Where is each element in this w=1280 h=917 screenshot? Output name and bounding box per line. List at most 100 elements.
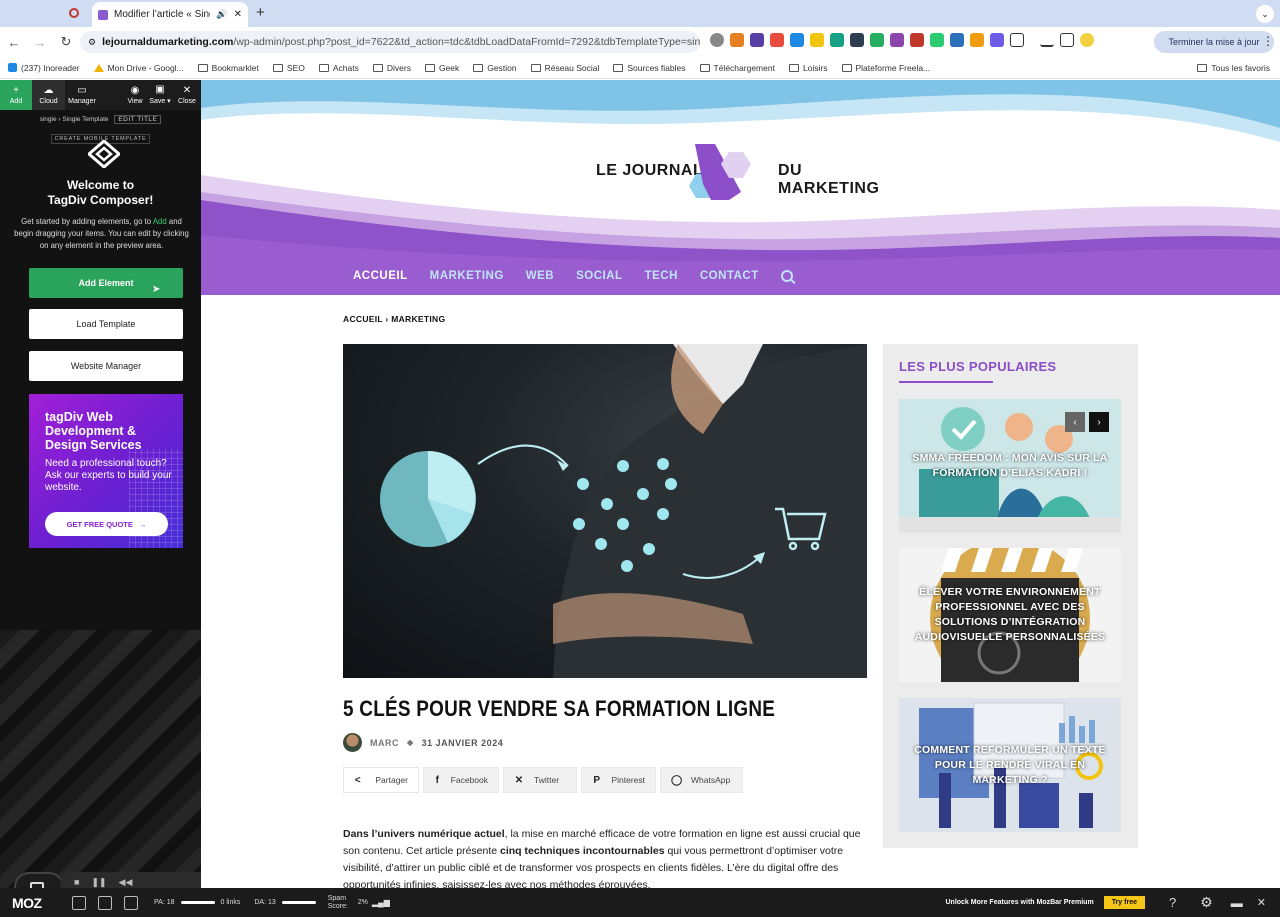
- settings-gear-icon[interactable]: ⚙: [1200, 894, 1213, 911]
- try-free-button[interactable]: Try free: [1103, 896, 1145, 909]
- bookmark-label: Loisirs: [802, 62, 828, 73]
- extension-icon[interactable]: [830, 33, 844, 47]
- page-analysis-icon[interactable]: [72, 895, 86, 910]
- extension-icon[interactable]: [850, 33, 864, 47]
- extension-icon[interactable]: [870, 33, 884, 47]
- pause-icon[interactable]: ❚❚: [91, 877, 106, 888]
- extension-icon[interactable]: [770, 33, 784, 47]
- sidebar-title: LES PLUS POPULAIRES: [899, 359, 1057, 374]
- bookmark-sources-fiables[interactable]: Sources fiables: [613, 63, 686, 73]
- extension-icon[interactable]: [710, 33, 724, 47]
- profile-avatar-icon[interactable]: [1080, 33, 1094, 47]
- highlight-pen-icon[interactable]: [98, 895, 112, 910]
- browser-tab-active[interactable]: Modifier l’article « Single 🔊 ✕: [92, 2, 248, 27]
- extension-icon[interactable]: [950, 33, 964, 47]
- tab-search-button[interactable]: ⌄: [1256, 5, 1274, 23]
- template-breadcrumb: single › Single Template EDIT TITLE: [0, 115, 201, 124]
- moz-logo-icon[interactable]: MOZ: [12, 895, 60, 911]
- view-button[interactable]: ◉ View: [123, 80, 147, 110]
- extension-icon[interactable]: [750, 33, 764, 47]
- bookmark-plateforme[interactable]: Plateforme Freela...: [841, 63, 930, 73]
- mozbar-close-icon[interactable]: ✕: [1257, 896, 1266, 909]
- minimize-icon[interactable]: ▬: [1231, 896, 1243, 910]
- nav-tech[interactable]: TECH: [645, 270, 678, 282]
- popular-post-card[interactable]: COMMENT REFORMULER UN TEXTE POUR LE REND…: [899, 698, 1121, 832]
- desc-add-link[interactable]: Add: [153, 217, 167, 226]
- share-twitter-button[interactable]: ✕ Twitter: [503, 767, 577, 793]
- author-avatar[interactable]: [343, 733, 362, 752]
- extension-icon[interactable]: [910, 33, 924, 47]
- popular-post-card[interactable]: ‹ › SMMA FREEDOM : MON AVIS SUR LA FORMA…: [899, 399, 1121, 533]
- help-icon[interactable]: ?: [1169, 895, 1176, 910]
- manager-button[interactable]: ▭ Manager: [65, 80, 99, 110]
- folder-icon: [530, 63, 541, 72]
- edit-title-button[interactable]: EDIT TITLE: [114, 115, 162, 124]
- share-whatsapp-button[interactable]: ◯ WhatsApp: [660, 767, 743, 793]
- rewind-icon[interactable]: ◀◀: [119, 877, 133, 888]
- links-icon[interactable]: [124, 895, 138, 910]
- sidepanel-icon[interactable]: [1060, 33, 1074, 47]
- link-count[interactable]: 0 links: [221, 899, 241, 906]
- breadcrumb-category[interactable]: MARKETING: [391, 314, 445, 324]
- share-pinterest-button[interactable]: P Pinterest: [581, 767, 656, 793]
- bookmark-label: Divers: [386, 62, 411, 73]
- bookmark-loisirs[interactable]: Loisirs: [788, 62, 828, 73]
- bookmark-divers[interactable]: Divers: [372, 62, 411, 73]
- extension-icon[interactable]: [930, 33, 944, 47]
- popular-post-title[interactable]: SMMA FREEDOM : MON AVIS SUR LA FORMATION…: [911, 399, 1109, 533]
- audio-icon[interactable]: 🔊: [216, 9, 227, 20]
- bookmark-geek[interactable]: Geek: [424, 63, 459, 73]
- breadcrumb-home[interactable]: ACCUEIL: [343, 314, 383, 324]
- author-name[interactable]: MARC: [370, 738, 399, 748]
- add-button[interactable]: + Add: [0, 80, 32, 110]
- main-navigation: ACCUEIL MARKETING WEB SOCIAL TECH CONTAC…: [353, 270, 793, 282]
- bookmark-telechargement[interactable]: Téléchargement: [699, 63, 775, 73]
- bookmark-gestion[interactable]: Gestion: [473, 63, 517, 73]
- extension-icon[interactable]: [810, 33, 824, 47]
- extension-icon[interactable]: [890, 33, 904, 47]
- extension-icon[interactable]: [790, 33, 804, 47]
- back-icon[interactable]: ←: [2, 35, 26, 50]
- close-button[interactable]: ✕ Close: [173, 80, 201, 110]
- bookmark-all-favorites[interactable]: Tous les favoris: [1197, 63, 1270, 73]
- get-free-quote-button[interactable]: GET FREE QUOTE →: [45, 512, 168, 536]
- nav-marketing[interactable]: MARKETING: [430, 270, 504, 282]
- nav-accueil[interactable]: ACCUEIL: [353, 270, 408, 282]
- extension-icon[interactable]: [730, 33, 744, 47]
- load-template-button[interactable]: Load Template: [29, 309, 183, 339]
- bookmark-inoreader[interactable]: (237) Inoreader: [8, 63, 80, 73]
- forward-icon[interactable]: →: [28, 35, 52, 50]
- search-icon[interactable]: [780, 270, 793, 282]
- tab-close-icon[interactable]: ✕: [234, 9, 242, 20]
- promo-banner[interactable]: tagDiv Web Development & Design Services…: [29, 394, 183, 548]
- reload-icon[interactable]: ↻: [54, 34, 78, 50]
- site-logo[interactable]: LE JOURNAL DU MARKETING: [596, 144, 896, 200]
- new-tab-button[interactable]: +: [256, 4, 265, 21]
- website-manager-button[interactable]: Website Manager: [29, 351, 183, 381]
- stop-icon[interactable]: ■: [74, 877, 79, 887]
- nav-social[interactable]: SOCIAL: [576, 270, 622, 282]
- site-info-icon[interactable]: ⚙: [88, 37, 96, 48]
- bookmark-seo[interactable]: SEO: [272, 63, 305, 73]
- share-facebook-button[interactable]: f Facebook: [423, 767, 499, 793]
- cloud-button[interactable]: ☁ Cloud: [32, 80, 65, 110]
- bookmark-reseau-social[interactable]: Réseau Social: [530, 63, 599, 73]
- intro-bold: Dans l’univers numérique actuel: [343, 828, 505, 840]
- address-bar[interactable]: ⚙ lejournaldumarketing.com /wp-admin/pos…: [80, 31, 700, 53]
- update-chrome-button[interactable]: Terminer la mise à jour: [1154, 31, 1274, 53]
- extension-icon[interactable]: [990, 33, 1004, 47]
- crumb-single[interactable]: single: [40, 116, 57, 123]
- extension-icon[interactable]: [970, 33, 984, 47]
- nav-web[interactable]: WEB: [526, 270, 554, 282]
- bookmark-achats[interactable]: Achats: [318, 63, 359, 73]
- popular-post-card[interactable]: ÉLEVER VOTRE ENVIRONNEMENT PROFESSIONNEL…: [899, 548, 1121, 682]
- download-icon[interactable]: [1040, 33, 1054, 47]
- popular-post-title[interactable]: COMMENT REFORMULER UN TEXTE POUR LE REND…: [911, 698, 1109, 832]
- popular-post-title[interactable]: ÉLEVER VOTRE ENVIRONNEMENT PROFESSIONNEL…: [911, 548, 1109, 682]
- save-button[interactable]: ▣ Save ▾: [147, 80, 173, 110]
- puzzle-icon[interactable]: [1010, 33, 1024, 47]
- menu-icon[interactable]: ⋮: [1262, 34, 1274, 48]
- bookmark-bookmarklet[interactable]: Bookmarklet: [197, 63, 259, 73]
- nav-contact[interactable]: CONTACT: [700, 270, 759, 282]
- bookmark-drive[interactable]: Mon Drive - Googl...: [93, 63, 184, 73]
